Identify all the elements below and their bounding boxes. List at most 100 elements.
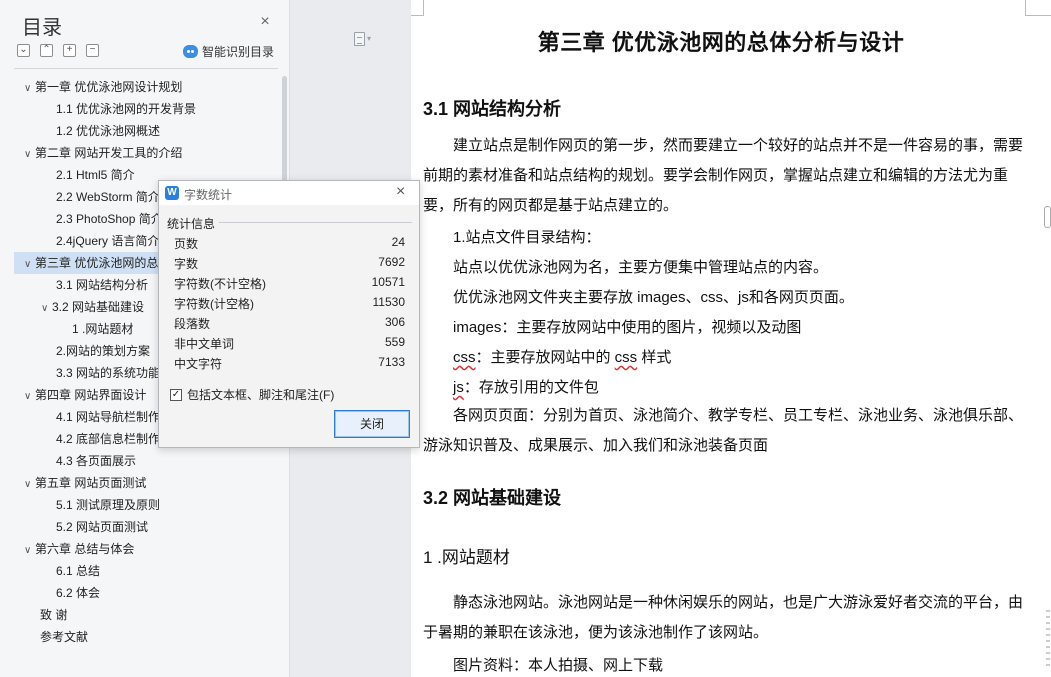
stat-value: 24 <box>391 235 405 249</box>
paragraph: 各网页页面：分别为首页、泳池简介、教学专栏、员工专栏、泳池业务、泳池俱乐部、游泳… <box>423 407 1024 454</box>
stat-value: 7692 <box>378 255 405 269</box>
toc-item-label: 3.2 网站基础建设 <box>52 300 145 314</box>
add-heading-icon[interactable]: + <box>63 44 76 57</box>
toc-item-label: 第四章 网站界面设计 <box>35 388 147 402</box>
toc-item-label: 2.网站的策划方案 <box>56 344 151 358</box>
stat-row: 字符数(不计空格) 10571 <box>174 275 405 293</box>
stat-label: 中文字符 <box>174 357 223 371</box>
close-icon[interactable]: × <box>257 14 273 30</box>
toc-item-label: 1 .网站题材 <box>72 322 134 336</box>
stat-label: 字符数(计空格) <box>174 297 254 311</box>
toc-item[interactable]: 6.2 体会 <box>14 582 276 604</box>
toc-item-label: 第五章 网站页面测试 <box>35 476 147 490</box>
include-textbox-checkbox[interactable]: ✓ 包括文本框、脚注和尾注(F) <box>170 386 334 403</box>
paragraph: 建立站点是制作网页的第一步，然而要建立一个较好的站点并不是一件容易的事，需要前期… <box>423 137 1024 214</box>
toc-item[interactable]: 1.2 优优泳池网概述 <box>14 120 276 142</box>
margin-marker <box>1025 0 1026 15</box>
section-heading-3-1: 3.1 网站结构分析 <box>423 99 562 119</box>
toc-item-label: 1.2 优优泳池网概述 <box>56 124 161 138</box>
scroll-handle[interactable] <box>1044 206 1051 228</box>
toc-item[interactable]: 致 谢 <box>14 604 276 626</box>
stat-row: 页数 24 <box>174 235 405 253</box>
toc-item-label: 1.1 优优泳池网的开发背景 <box>56 102 197 116</box>
wps-writer-window: 目录 × ⌄ ⌃ + − 智能识别目录 ∨ 第一章 优优泳池网设计规划 1.1 优优… <box>0 0 1051 677</box>
stat-value: 7133 <box>378 355 405 369</box>
remove-heading-icon[interactable]: − <box>86 44 99 57</box>
chevron-down-icon[interactable]: ∨ <box>24 540 35 560</box>
stat-value: 10571 <box>371 275 405 289</box>
chevron-down-icon[interactable]: ∨ <box>24 474 35 494</box>
toc-item[interactable]: 5.2 网站页面测试 <box>14 516 276 538</box>
paragraph-line: js：存放引用的文件包 <box>453 376 599 397</box>
dialog-titlebar[interactable]: W 字数统计 × <box>159 181 419 205</box>
toc-item-label: 3.3 网站的系统功能 <box>56 366 161 380</box>
chevron-down-icon[interactable]: ∨ <box>24 254 35 274</box>
toc-item[interactable]: 1.1 优优泳池网的开发背景 <box>14 98 276 120</box>
expand-all-icon[interactable]: ⌃ <box>40 44 53 57</box>
toc-item[interactable]: 5.1 测试原理及原则 <box>14 494 276 516</box>
toc-item-label: 4.2 底部信息栏制作 <box>56 432 161 446</box>
toc-toolbar: ⌄ ⌃ + − <box>17 44 99 57</box>
chevron-down-icon[interactable]: ∨ <box>24 144 35 164</box>
chevron-down-icon[interactable]: ∨ <box>24 78 35 98</box>
stat-row: 段落数 306 <box>174 315 405 333</box>
stat-row: 非中文单词 559 <box>174 335 405 353</box>
stat-label: 段落数 <box>174 317 211 331</box>
toc-item[interactable]: 4.3 各页面展示 <box>14 450 276 472</box>
scroll-track[interactable] <box>1046 610 1050 670</box>
robot-icon <box>183 45 198 58</box>
smart-toc-button[interactable]: 智能识别目录 <box>183 43 274 60</box>
group-label: 统计信息 <box>167 217 216 231</box>
document-page[interactable]: 第三章 优优泳池网的总体分析与设计 3.1 网站结构分析 建立站点是制作网页的第… <box>411 0 1051 677</box>
toc-item-label: 第一章 优优泳池网设计规划 <box>35 80 183 94</box>
divider <box>14 68 278 69</box>
toc-item[interactable]: ∨ 第二章 网站开发工具的介绍 <box>14 142 276 164</box>
collapse-all-icon[interactable]: ⌄ <box>17 44 30 57</box>
smart-toc-label: 智能识别目录 <box>202 45 275 59</box>
paragraph-line: 站点以优优泳池网为名，主要方便集中管理站点的内容。 <box>453 259 829 276</box>
toc-item-label: 参考文献 <box>40 630 89 644</box>
toc-item[interactable]: 参考文献 <box>14 626 276 648</box>
chevron-down-icon[interactable]: ∨ <box>24 386 35 406</box>
margin-marker <box>1025 15 1051 16</box>
toc-item-label: 第二章 网站开发工具的介绍 <box>35 146 183 160</box>
toc-item-label: 致 谢 <box>40 608 68 622</box>
stat-row: 中文字符 7133 <box>174 355 405 373</box>
toc-title: 目录 <box>22 17 62 39</box>
subsection-heading: 1 .网站题材 <box>423 548 510 567</box>
stat-row: 字数 7692 <box>174 255 405 273</box>
checkbox-label: 包括文本框、脚注和尾注(F) <box>187 388 335 402</box>
stat-label: 字符数(不计空格) <box>174 277 266 291</box>
chapter-heading: 第三章 优优泳池网的总体分析与设计 <box>537 30 905 55</box>
paragraph-line: 图片资料：本人拍摄、网上下载 <box>453 657 664 674</box>
toc-item-label: 5.1 测试原理及原则 <box>56 498 161 512</box>
chevron-down-icon[interactable]: ∨ <box>41 298 52 318</box>
paragraph-line: 优优泳池网文件夹主要存放 images、css、js和各网页页面。 <box>453 289 854 306</box>
section-heading-3-2: 3.2 网站基础建设 <box>423 488 562 508</box>
toc-item-label: 4.3 各页面展示 <box>56 454 137 468</box>
paragraph: 静态泳池网站。泳池网站是一种休闲娱乐的网站，也是广大游泳爱好者交流的平台，由于暑… <box>423 594 1024 641</box>
toc-item-label: 6.1 总结 <box>56 564 101 578</box>
close-button[interactable]: 关闭 <box>334 410 410 438</box>
spell-flag: css <box>453 349 476 366</box>
stat-row: 字符数(计空格) 11530 <box>174 295 405 313</box>
stat-value: 306 <box>384 315 405 329</box>
toc-item-label: 4.1 网站导航栏制作 <box>56 410 161 424</box>
toc-item-label: 3.1 网站结构分析 <box>56 278 149 292</box>
paragraph-line: images：主要存放网站中使用的图片，视频以及动图 <box>453 319 802 336</box>
text-run: 样式 <box>637 349 672 366</box>
stat-label: 非中文单词 <box>174 337 235 351</box>
toc-item-label: 6.2 体会 <box>56 586 101 600</box>
paragraph-line: css：主要存放网站中的 css 样式 <box>453 346 671 367</box>
toc-item[interactable]: 6.1 总结 <box>14 560 276 582</box>
toc-item[interactable]: ∨ 第一章 优优泳池网设计规划 <box>14 76 276 98</box>
margin-marker <box>411 15 424 16</box>
text-run: ：存放引用的文件包 <box>463 379 599 396</box>
stat-value: 559 <box>384 335 405 349</box>
checkbox-icon: ✓ <box>170 388 182 401</box>
close-icon[interactable]: × <box>396 184 405 200</box>
page-options-icon[interactable]: ▾ <box>354 31 371 46</box>
stat-value: 11530 <box>372 295 405 309</box>
toc-item[interactable]: ∨ 第五章 网站页面测试 <box>14 472 276 494</box>
toc-item[interactable]: ∨ 第六章 总结与体会 <box>14 538 276 560</box>
